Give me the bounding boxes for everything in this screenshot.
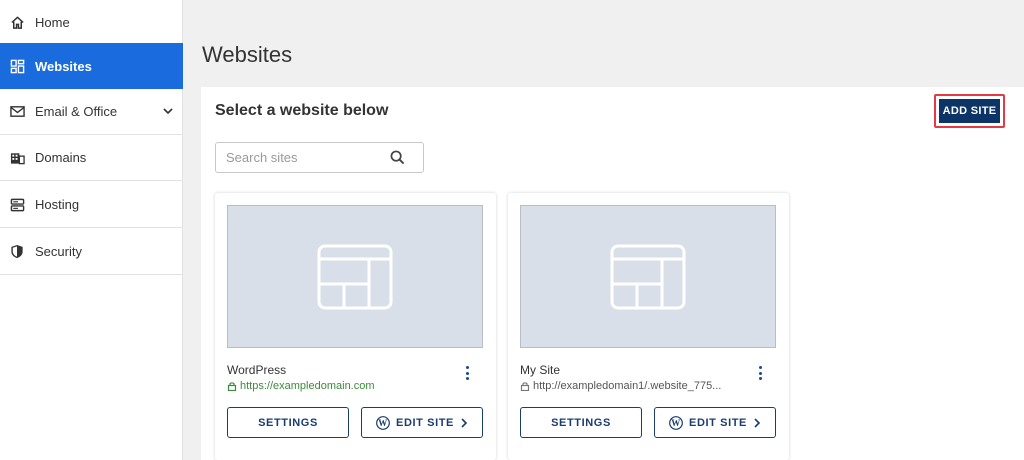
url-domain: exampledomain.com (273, 380, 375, 392)
site-card: WordPress https://exampledomain.com SETT… (215, 193, 496, 460)
sidebar-item-websites[interactable]: Websites (0, 43, 183, 89)
site-url[interactable]: https://exampledomain.com (227, 380, 375, 392)
more-options-icon[interactable] (755, 365, 765, 381)
sidebar-item-home[interactable]: Home (0, 0, 183, 46)
chevron-right-icon (461, 417, 468, 428)
site-url[interactable]: http://exampledomain1/.website_775... (520, 380, 721, 392)
svg-text:W: W (671, 418, 681, 428)
websites-grid-icon (9, 58, 25, 74)
sidebar-item-label: Hosting (35, 197, 80, 212)
chevron-down-icon[interactable] (161, 104, 175, 118)
search-input[interactable] (216, 143, 386, 172)
site-name: WordPress (227, 363, 287, 377)
sidebar-item-domains[interactable]: Domains (0, 135, 183, 181)
sidebar-item-label: Domains (35, 150, 87, 165)
settings-button[interactable]: SETTINGS (227, 407, 349, 438)
lock-icon (520, 382, 530, 391)
websites-panel: Select a website below ADD SITE WordPres… (201, 87, 1024, 460)
server-icon (9, 197, 25, 213)
layout-placeholder-icon (317, 244, 393, 309)
page-title: Websites (202, 42, 293, 67)
sidebar: Home Websites Email & Office Domains Hos… (0, 0, 183, 460)
shield-icon (9, 244, 25, 260)
search-box (215, 142, 424, 173)
edit-site-button[interactable]: W EDIT SITE (361, 407, 483, 438)
edit-site-label: EDIT SITE (396, 416, 454, 429)
sidebar-item-label: Security (35, 244, 82, 259)
chevron-right-icon (754, 417, 761, 428)
lock-icon (227, 382, 237, 391)
site-thumbnail[interactable] (520, 205, 776, 348)
site-name: My Site (520, 363, 561, 377)
sidebar-item-label: Email & Office (35, 104, 118, 119)
edit-site-button[interactable]: W EDIT SITE (654, 407, 776, 438)
url-protocol: http:// (533, 380, 561, 392)
layout-placeholder-icon (610, 244, 686, 309)
panel-heading: Select a website below (215, 102, 389, 119)
sidebar-item-label: Websites (35, 58, 92, 74)
sidebar-item-security[interactable]: Security (0, 229, 183, 275)
sidebar-item-label: Home (35, 15, 70, 30)
more-options-icon[interactable] (462, 365, 472, 381)
edit-site-label: EDIT SITE (689, 416, 747, 429)
domains-building-icon (9, 150, 25, 166)
url-domain: exampledomain1/.website_775... (560, 380, 722, 392)
wordpress-icon: W (669, 415, 683, 430)
wordpress-icon: W (376, 415, 390, 430)
site-thumbnail[interactable] (227, 205, 483, 348)
add-site-button[interactable]: ADD SITE (939, 99, 1000, 123)
envelope-icon (9, 104, 25, 120)
home-icon (9, 15, 25, 31)
search-icon[interactable] (390, 150, 405, 165)
add-site-highlight: ADD SITE (934, 94, 1005, 128)
settings-button[interactable]: SETTINGS (520, 407, 642, 438)
sidebar-item-hosting[interactable]: Hosting (0, 182, 183, 228)
svg-text:W: W (378, 418, 388, 428)
url-protocol: https:// (240, 380, 274, 392)
site-card: My Site http://exampledomain1/.website_7… (508, 193, 789, 460)
sidebar-item-email-office[interactable]: Email & Office (0, 89, 183, 135)
